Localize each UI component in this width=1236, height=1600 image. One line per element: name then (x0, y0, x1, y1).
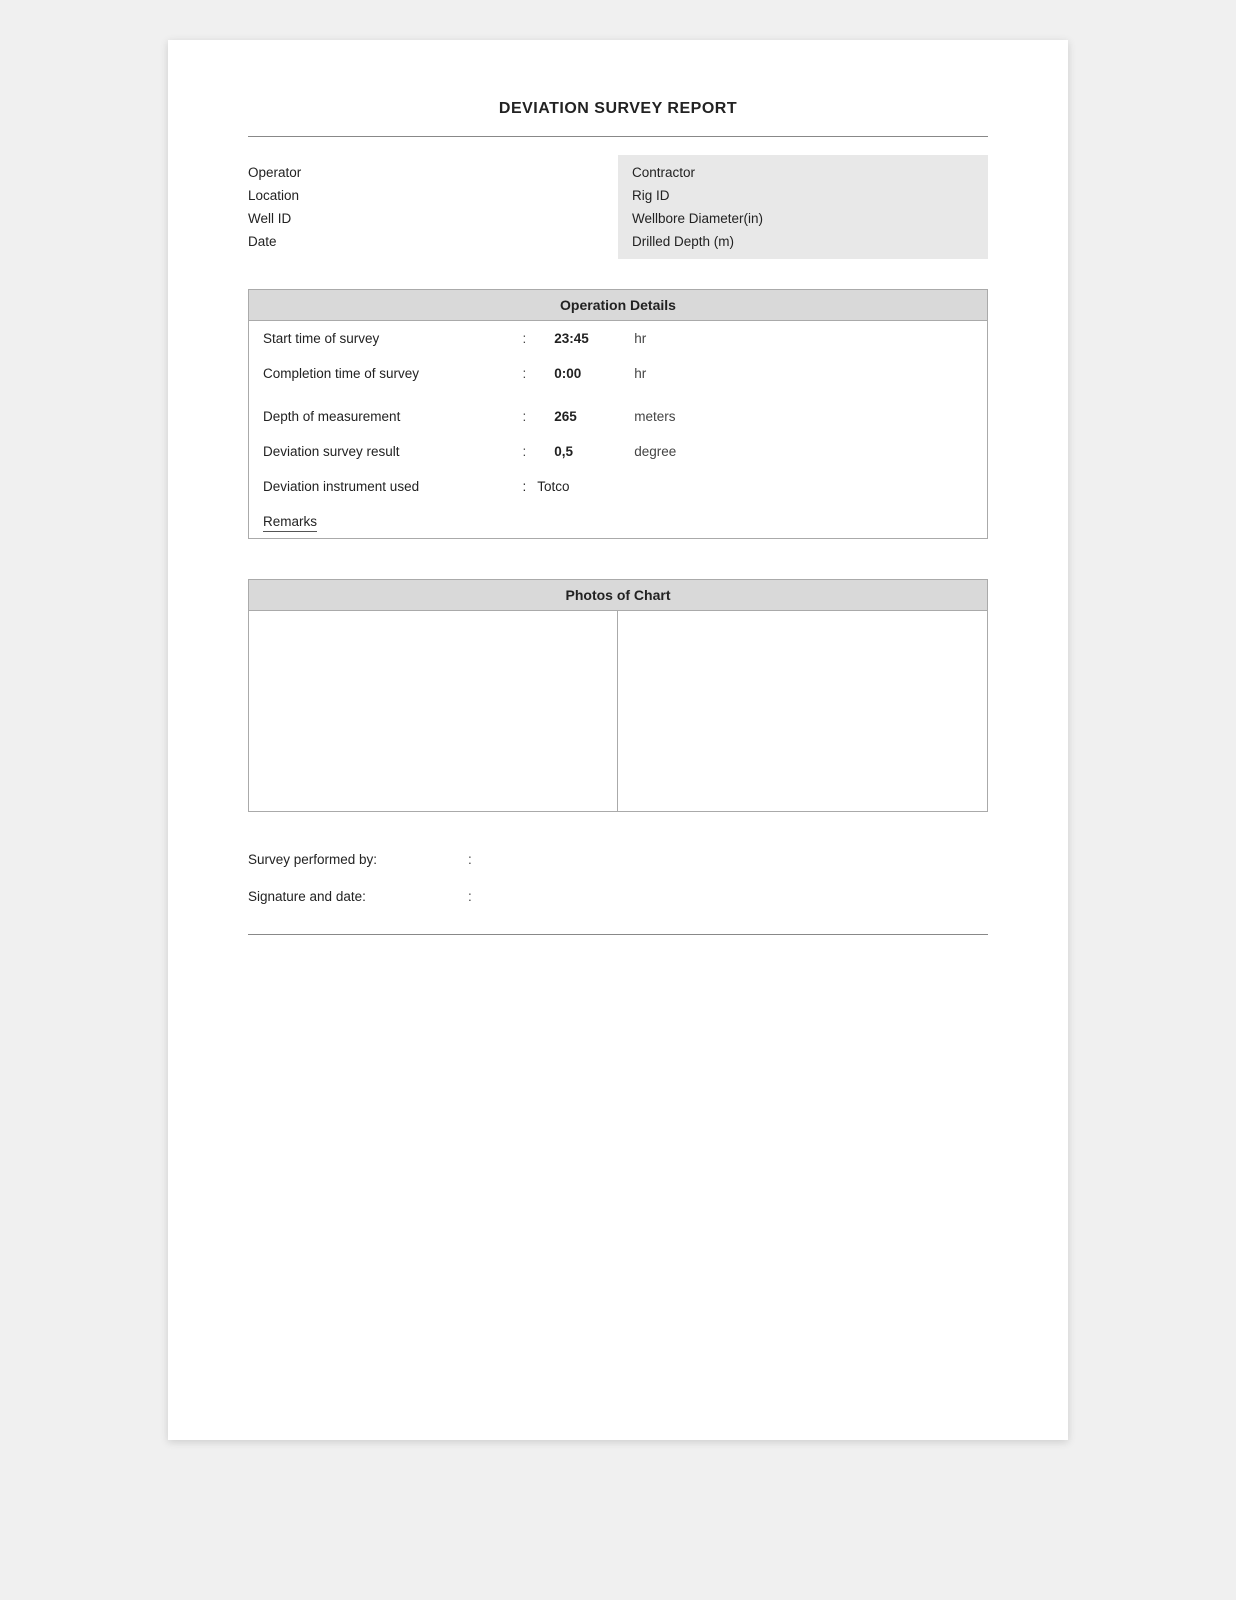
signature-section: Survey performed by: : Signature and dat… (248, 852, 988, 904)
top-divider (248, 136, 988, 137)
survey-performed-colon: : (468, 852, 488, 867)
start-time-value: 23:45 (540, 321, 620, 356)
completion-time-value: 0:00 (540, 356, 620, 391)
remarks-row: Remarks (249, 504, 988, 539)
signature-date-colon: : (468, 889, 488, 904)
start-time-row: Start time of survey : 23:45 hr (249, 321, 988, 356)
info-right: Contractor Rig ID Wellbore Diameter(in) … (618, 155, 988, 259)
operation-details-header: Operation Details (248, 289, 988, 321)
report-title: DEVIATION SURVEY REPORT (248, 100, 988, 118)
depth-measurement-unit: meters (620, 399, 987, 434)
signature-date-row: Signature and date: : (248, 889, 988, 904)
deviation-result-row: Deviation survey result : 0,5 degree (249, 434, 988, 469)
photos-grid (248, 611, 988, 812)
depth-measurement-colon: : (509, 399, 541, 434)
photos-section: Photos of Chart (248, 579, 988, 812)
wellbore-diameter-label: Wellbore Diameter(in) (632, 209, 974, 228)
completion-time-colon: : (509, 356, 541, 391)
photo-cell-right (618, 611, 987, 811)
operator-label: Operator (248, 163, 618, 182)
depth-measurement-row: Depth of measurement : 265 meters (249, 399, 988, 434)
start-time-label: Start time of survey (249, 321, 509, 356)
report-page: DEVIATION SURVEY REPORT Operator Locatio… (168, 40, 1068, 1440)
signature-date-label: Signature and date: (248, 889, 468, 904)
instrument-value: Totco (537, 479, 569, 494)
deviation-result-label: Deviation survey result (249, 434, 509, 469)
photo-cell-left (249, 611, 618, 811)
rig-id-label: Rig ID (632, 186, 974, 205)
start-time-unit: hr (620, 321, 987, 356)
deviation-result-value: 0,5 (540, 434, 620, 469)
completion-time-label: Completion time of survey (249, 356, 509, 391)
start-time-colon: : (509, 321, 541, 356)
contractor-label: Contractor (632, 163, 974, 182)
remarks-label: Remarks (263, 514, 317, 532)
well-id-label: Well ID (248, 209, 618, 228)
operation-details-table: Start time of survey : 23:45 hr Completi… (248, 321, 988, 539)
depth-measurement-value: 265 (540, 399, 620, 434)
photos-header: Photos of Chart (248, 579, 988, 611)
location-label: Location (248, 186, 618, 205)
date-label: Date (248, 232, 618, 251)
completion-time-row: Completion time of survey : 0:00 hr (249, 356, 988, 391)
spacer-row-1 (249, 391, 988, 399)
completion-time-unit: hr (620, 356, 987, 391)
deviation-result-unit: degree (620, 434, 987, 469)
depth-measurement-label: Depth of measurement (249, 399, 509, 434)
deviation-result-colon: : (509, 434, 541, 469)
survey-performed-label: Survey performed by: (248, 852, 468, 867)
instrument-colon: : (523, 479, 527, 494)
bottom-divider (248, 934, 988, 935)
info-left: Operator Location Well ID Date (248, 155, 618, 259)
survey-performed-row: Survey performed by: : (248, 852, 988, 867)
info-grid: Operator Location Well ID Date Contracto… (248, 155, 988, 259)
drilled-depth-label: Drilled Depth (m) (632, 232, 974, 251)
instrument-value-cell: : Totco (509, 469, 988, 504)
instrument-label: Deviation instrument used (249, 469, 509, 504)
instrument-row: Deviation instrument used : Totco (249, 469, 988, 504)
operation-details-section: Operation Details Start time of survey :… (248, 289, 988, 539)
